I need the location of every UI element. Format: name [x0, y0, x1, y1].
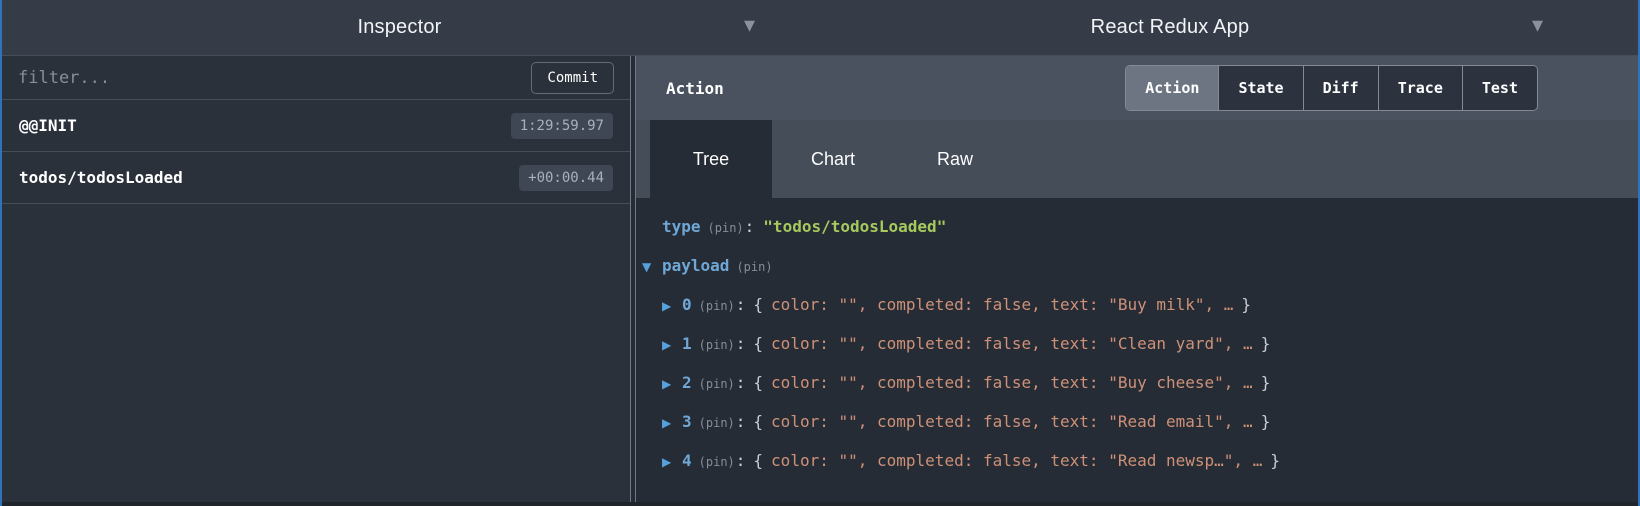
- brace-open: {: [753, 451, 763, 470]
- pin-toggle[interactable]: (pin): [699, 299, 735, 313]
- chevron-down-icon: ▾: [1532, 15, 1543, 37]
- pin-toggle[interactable]: (pin): [736, 260, 772, 274]
- brace-open: {: [753, 334, 763, 353]
- commit-button[interactable]: Commit: [531, 62, 614, 94]
- brace-close: }: [1261, 334, 1271, 353]
- tree-item-2: ▶2 (pin): { color: "", completed: false, te…: [636, 364, 1628, 403]
- tree-item-index[interactable]: 4: [682, 451, 692, 470]
- expand-arrow-icon[interactable]: ▶: [662, 444, 682, 481]
- main-split: Commit @@INIT 1:29:59.97 todos/todosLoad…: [2, 55, 1638, 506]
- brace-close: }: [1261, 373, 1271, 392]
- colon: :: [736, 295, 746, 314]
- tree-item-index[interactable]: 2: [682, 373, 692, 392]
- tree-value-type: "todos/todosLoaded": [763, 217, 946, 236]
- subtab-raw[interactable]: Raw: [894, 120, 1016, 198]
- tree-item-index[interactable]: 3: [682, 412, 692, 431]
- brace-open: {: [753, 412, 763, 431]
- tree-row-type: type (pin): "todos/todosLoaded": [636, 208, 1628, 247]
- item-preview: color: "", completed: false, text: "Read…: [771, 412, 1253, 431]
- expand-arrow-icon[interactable]: ▶: [662, 366, 682, 403]
- action-list-panel: Commit @@INIT 1:29:59.97 todos/todosLoad…: [2, 56, 630, 506]
- chevron-down-icon: ▾: [744, 15, 755, 37]
- tab-diff[interactable]: Diff: [1304, 66, 1379, 110]
- detail-header: Action Action State Diff Trace Test: [636, 56, 1638, 120]
- item-preview: color: "", completed: false, text: "Clea…: [771, 334, 1253, 353]
- monitor-selector-dropdown[interactable]: Inspector ▾: [2, 0, 797, 55]
- action-json-tree: type (pin): "todos/todosLoaded" ▼payload (p…: [636, 198, 1638, 506]
- pin-toggle[interactable]: (pin): [699, 416, 735, 430]
- item-preview: color: "", completed: false, text: "Buy …: [771, 373, 1253, 392]
- tab-state[interactable]: State: [1219, 66, 1303, 110]
- tree-item-4: ▶4 (pin): { color: "", completed: false, te…: [636, 442, 1628, 481]
- monitor-selector-label: Inspector: [357, 16, 441, 39]
- pin-toggle[interactable]: (pin): [699, 338, 735, 352]
- tree-key-payload[interactable]: payload: [662, 256, 729, 275]
- action-time-badge: 1:29:59.97: [511, 113, 613, 139]
- detail-tab-group: Action State Diff Trace Test: [1125, 65, 1538, 111]
- tab-action[interactable]: Action: [1126, 66, 1219, 110]
- window-bottom-edge: [2, 502, 1638, 506]
- instance-selector-dropdown[interactable]: React Redux App ▾: [797, 0, 1638, 55]
- action-detail-panel: Action Action State Diff Trace Test Tree…: [636, 56, 1638, 506]
- item-preview: color: "", completed: false, text: "Buy …: [771, 295, 1233, 314]
- brace-close: }: [1270, 451, 1280, 470]
- collapse-arrow-icon[interactable]: ▼: [642, 249, 662, 286]
- action-time-badge: +00:00.44: [519, 165, 613, 191]
- expand-arrow-icon[interactable]: ▶: [662, 405, 682, 442]
- action-row-todos-loaded[interactable]: todos/todosLoaded +00:00.44: [2, 152, 630, 204]
- tree-item-index[interactable]: 0: [682, 295, 692, 314]
- tree-item-3: ▶3 (pin): { color: "", completed: false, te…: [636, 403, 1628, 442]
- tab-trace[interactable]: Trace: [1379, 66, 1463, 110]
- action-label: todos/todosLoaded: [19, 168, 183, 187]
- action-label: @@INIT: [19, 116, 77, 135]
- pin-toggle[interactable]: (pin): [708, 221, 744, 235]
- colon: :: [736, 373, 746, 392]
- action-row-init[interactable]: @@INIT 1:29:59.97: [2, 100, 630, 152]
- tree-item-0: ▶0 (pin): { color: "", completed: false, te…: [636, 286, 1628, 325]
- expand-arrow-icon[interactable]: ▶: [662, 288, 682, 325]
- detail-header-label: Action: [666, 79, 724, 98]
- subtab-tree[interactable]: Tree: [650, 120, 772, 198]
- tab-test[interactable]: Test: [1463, 66, 1537, 110]
- tree-key-type[interactable]: type: [662, 217, 701, 236]
- brace-open: {: [753, 373, 763, 392]
- top-bar: Inspector ▾ React Redux App ▾: [2, 0, 1638, 55]
- pin-toggle[interactable]: (pin): [699, 377, 735, 391]
- tree-item-index[interactable]: 1: [682, 334, 692, 353]
- colon: :: [745, 217, 755, 236]
- subtab-chart[interactable]: Chart: [772, 120, 894, 198]
- brace-close: }: [1261, 412, 1271, 431]
- instance-selector-label: React Redux App: [1091, 16, 1250, 39]
- redux-devtools-window: Inspector ▾ React Redux App ▾ Commit @@I…: [0, 0, 1640, 506]
- expand-arrow-icon[interactable]: ▶: [662, 327, 682, 364]
- colon: :: [736, 412, 746, 431]
- tree-item-1: ▶1 (pin): { color: "", completed: false, te…: [636, 325, 1628, 364]
- filter-input[interactable]: [18, 68, 519, 88]
- filter-bar: Commit: [2, 56, 630, 100]
- colon: :: [736, 451, 746, 470]
- item-preview: color: "", completed: false, text: "Read…: [771, 451, 1262, 470]
- brace-open: {: [753, 295, 763, 314]
- pin-toggle[interactable]: (pin): [699, 455, 735, 469]
- colon: :: [736, 334, 746, 353]
- brace-close: }: [1241, 295, 1251, 314]
- view-subtab-bar: Tree Chart Raw: [636, 120, 1638, 198]
- tree-row-payload: ▼payload (pin): [636, 247, 1628, 286]
